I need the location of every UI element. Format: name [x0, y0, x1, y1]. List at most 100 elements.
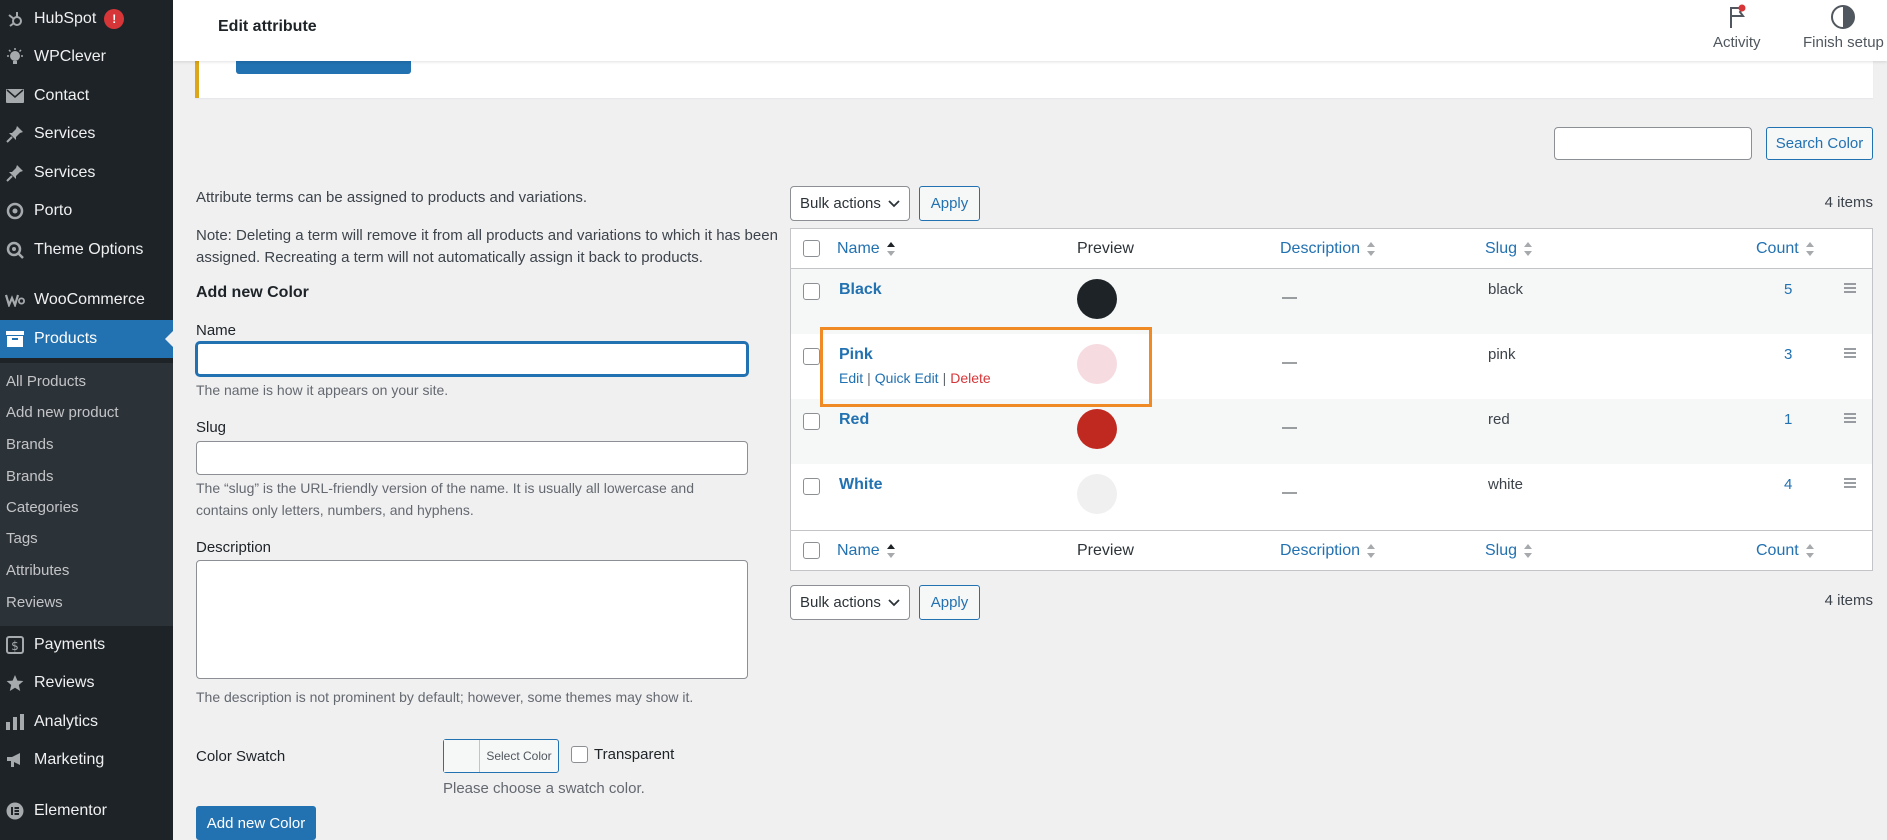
top-header-bar: Edit attribute Activity Finish setup — [173, 0, 1887, 61]
slug-input[interactable] — [196, 441, 748, 475]
transparent-option[interactable]: Transparent — [571, 746, 674, 763]
term-count-link[interactable]: 5 — [1784, 281, 1792, 298]
sidebar-item-label: Porto — [34, 202, 73, 219]
sidebar-item-services-2[interactable]: Services — [0, 154, 173, 192]
search-color-button[interactable]: Search Color — [1766, 127, 1873, 160]
sidebar-item-theme-options[interactable]: Theme Options — [0, 231, 173, 269]
column-count-footer[interactable]: Count — [1756, 542, 1815, 560]
select-all-checkbox-bottom[interactable] — [803, 542, 820, 559]
sidebar-item-elementor[interactable]: Elementor — [0, 792, 173, 830]
term-description: — — [1282, 419, 1297, 436]
term-name-link[interactable]: Red — [839, 411, 869, 429]
column-name-header[interactable]: Name — [837, 240, 896, 258]
bulk-actions-select-bottom[interactable]: Bulk actions — [790, 585, 910, 620]
drag-handle-icon[interactable] — [1844, 478, 1856, 488]
submenu-all-products[interactable]: All Products — [6, 373, 86, 390]
column-name-footer[interactable]: Name — [837, 542, 896, 560]
sidebar-item-contact[interactable]: Contact — [0, 77, 173, 115]
submenu-add-new-product[interactable]: Add new product — [6, 404, 119, 421]
activity-button[interactable]: Activity — [1713, 4, 1761, 51]
column-description-footer[interactable]: Description — [1280, 542, 1376, 560]
sort-icon — [886, 544, 895, 558]
sidebar-item-label: Services — [34, 164, 96, 181]
porto-icon — [4, 200, 26, 222]
submenu-attributes[interactable]: Attributes — [6, 562, 69, 579]
table-row: Black — black 5 — [791, 269, 1872, 334]
column-count-header[interactable]: Count — [1756, 240, 1815, 258]
sidebar-item-porto[interactable]: Porto — [0, 192, 173, 230]
products-submenu: All Products Add new product Brands Bran… — [0, 363, 173, 626]
note-text-line2: assigned. Recreating a term will not aut… — [196, 249, 703, 266]
table-row: White — white 4 — [791, 464, 1872, 529]
column-slug-label: Slug — [1485, 542, 1518, 559]
column-slug-label: Slug — [1485, 240, 1518, 257]
column-description-header[interactable]: Description — [1280, 240, 1376, 258]
row-checkbox[interactable] — [803, 413, 820, 430]
flag-icon — [1729, 4, 1746, 28]
pin-icon — [4, 123, 26, 145]
drag-handle-icon[interactable] — [1844, 283, 1856, 293]
term-count-link[interactable]: 4 — [1784, 476, 1792, 493]
apply-button-bottom[interactable]: Apply — [919, 585, 980, 620]
color-swatch-label: Color Swatch — [196, 748, 286, 765]
drag-handle-icon[interactable] — [1844, 348, 1856, 358]
transparent-label: Transparent — [594, 746, 675, 763]
sidebar-item-hubspot[interactable]: HubSpot ! — [0, 0, 173, 38]
add-new-color-button[interactable]: Add new Color — [196, 806, 316, 840]
sidebar-item-label: WooCommerce — [34, 291, 145, 308]
submenu-reviews[interactable]: Reviews — [6, 594, 63, 611]
hubspot-icon — [4, 8, 26, 30]
row-checkbox[interactable] — [803, 478, 820, 495]
sidebar-item-payments[interactable]: $ Payments — [0, 626, 173, 664]
select-color-button[interactable]: Select Color — [443, 739, 559, 773]
elementor-icon — [4, 800, 26, 822]
page-title: Edit attribute — [218, 18, 317, 35]
term-name-link[interactable]: White — [839, 476, 883, 494]
sort-icon — [1805, 544, 1814, 558]
row-checkbox[interactable] — [803, 348, 820, 365]
submenu-tags[interactable]: Tags — [6, 530, 38, 547]
sidebar-item-reviews[interactable]: Reviews — [0, 664, 173, 702]
term-count-link[interactable]: 1 — [1784, 411, 1792, 428]
wpclever-icon — [4, 46, 26, 68]
finish-setup-button[interactable]: Finish setup — [1803, 4, 1884, 51]
sidebar-item-woocommerce[interactable]: WooCommerce — [0, 281, 173, 319]
submenu-brands[interactable]: Brands — [6, 436, 54, 453]
table-footer: Name Preview Description Slug Count — [791, 530, 1872, 570]
column-slug-footer[interactable]: Slug — [1485, 542, 1533, 560]
column-name-label: Name — [837, 240, 880, 257]
mail-icon — [4, 85, 26, 107]
transparent-checkbox[interactable] — [571, 746, 588, 763]
description-help: The description is not prominent by defa… — [196, 689, 694, 705]
term-description: — — [1282, 354, 1297, 371]
submenu-categories[interactable]: Categories — [6, 499, 79, 516]
sidebar-item-services[interactable]: Services — [0, 115, 173, 153]
sidebar-item-label: HubSpot — [34, 10, 97, 27]
select-all-checkbox[interactable] — [803, 240, 820, 257]
select-color-label: Select Color — [486, 749, 552, 763]
submenu-brands-2[interactable]: Brands — [6, 468, 54, 485]
bulk-actions-select-top[interactable]: Bulk actions — [790, 186, 910, 221]
sort-icon — [1367, 544, 1376, 558]
sidebar-item-products[interactable]: Products — [0, 320, 173, 358]
description-textarea[interactable] — [196, 560, 748, 679]
sidebar-item-label: Services — [34, 125, 96, 142]
column-name-label: Name — [837, 542, 880, 559]
term-count-link[interactable]: 3 — [1784, 346, 1792, 363]
drag-handle-icon[interactable] — [1844, 413, 1856, 423]
sidebar-item-label: Products — [34, 330, 98, 347]
apply-button-top[interactable]: Apply — [919, 186, 980, 221]
search-input[interactable] — [1554, 127, 1752, 160]
sidebar-item-analytics[interactable]: Analytics — [0, 703, 173, 741]
term-name-link[interactable]: Black — [839, 281, 882, 299]
column-slug-header[interactable]: Slug — [1485, 240, 1533, 258]
column-count-label: Count — [1756, 542, 1799, 559]
sidebar-item-wpclever[interactable]: WPClever — [0, 38, 173, 76]
row-checkbox[interactable] — [803, 283, 820, 300]
star-icon — [4, 672, 26, 694]
sidebar-item-marketing[interactable]: Marketing — [0, 741, 173, 779]
sidebar-item-label: Contact — [34, 87, 90, 104]
name-input[interactable] — [196, 342, 748, 376]
notification-badge: ! — [104, 9, 125, 29]
woocommerce-icon — [4, 289, 26, 311]
